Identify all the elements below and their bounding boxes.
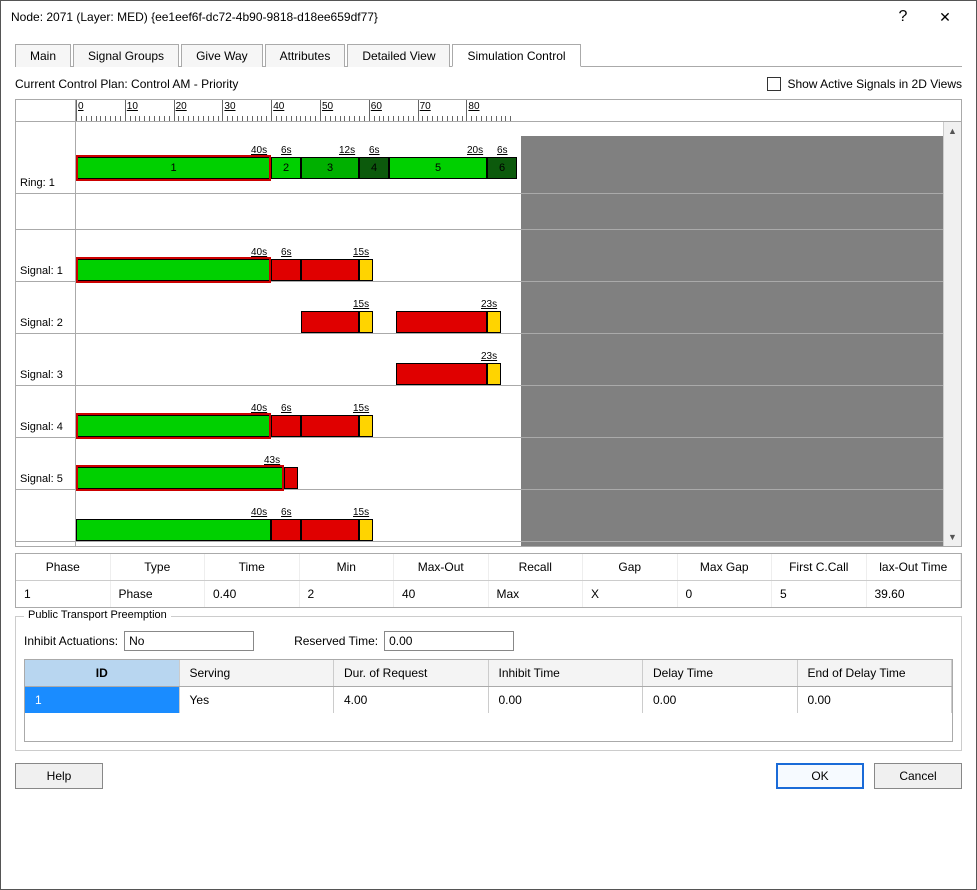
signal-segment[interactable] [301, 519, 359, 541]
row-label: Signal: 4 [16, 386, 75, 438]
ring-phase[interactable]: 4 [359, 157, 389, 179]
signal-segment[interactable] [271, 519, 301, 541]
inhibit-actuations-label: Inhibit Actuations: [24, 634, 118, 648]
signal-segment[interactable] [284, 467, 298, 489]
scroll-down-icon[interactable]: ▼ [944, 528, 961, 546]
row-label [16, 490, 75, 542]
signal-selection [76, 413, 271, 439]
ring-phase[interactable]: 5 [389, 157, 487, 179]
signal-segment[interactable] [301, 259, 359, 281]
signal-selection [76, 465, 284, 491]
ring-phase[interactable]: 2 [271, 157, 301, 179]
signal-segment[interactable] [271, 415, 301, 437]
checkbox-label: Show Active Signals in 2D Views [787, 77, 962, 91]
row-label: Ring: 1 [16, 122, 75, 194]
timeline-row: 40s6s15s [76, 386, 943, 438]
close-icon[interactable]: ✕ [924, 2, 966, 32]
timeline-row [76, 194, 943, 230]
timeline-row: 43s [76, 438, 943, 490]
reserved-time-label: Reserved Time: [294, 634, 378, 648]
ptp-group-title: Public Transport Preemption [24, 609, 171, 621]
tab-signal-groups[interactable]: Signal Groups [73, 44, 179, 67]
signal-segment[interactable] [271, 259, 301, 281]
ruler-head [16, 100, 76, 121]
tab-attributes[interactable]: Attributes [265, 44, 346, 67]
vertical-scrollbar[interactable]: ▲ ▼ [943, 122, 961, 546]
timeline-row: 23s [76, 334, 943, 386]
timeline-row: 40s6s15s [76, 230, 943, 282]
signal-segment[interactable] [359, 311, 373, 333]
control-plan-label: Current Control Plan: Control AM - Prior… [15, 77, 767, 91]
phase-selection [76, 155, 271, 181]
signal-segment[interactable] [396, 311, 487, 333]
ring-phase[interactable]: 6 [487, 157, 517, 179]
tab-simulation-control[interactable]: Simulation Control [452, 44, 580, 67]
show-active-signals-checkbox[interactable]: Show Active Signals in 2D Views [767, 77, 962, 91]
row-label: Signal: 5 [16, 438, 75, 490]
inhibit-actuations-input[interactable] [124, 631, 254, 651]
phase-table-row[interactable]: 1Phase0.40240MaxX0539.60 [16, 581, 961, 607]
tab-main[interactable]: Main [15, 44, 71, 67]
signal-segment[interactable] [487, 363, 501, 385]
signal-segment[interactable] [301, 311, 359, 333]
signal-segment[interactable] [359, 519, 373, 541]
window-title: Node: 2071 (Layer: MED) {ee1eef6f-dc72-4… [11, 10, 882, 24]
ok-button[interactable]: OK [776, 763, 864, 789]
signal-segment[interactable] [487, 311, 501, 333]
signal-selection [76, 257, 271, 283]
row-label: Signal: 2 [16, 282, 75, 334]
signal-segment[interactable] [359, 259, 373, 281]
signal-segment[interactable] [76, 519, 271, 541]
timeline-area[interactable]: 140s26s312s46s520s66s40s6s15s15s23s23s40… [76, 122, 943, 546]
tab-detailed-view[interactable]: Detailed View [347, 44, 450, 67]
signal-segment[interactable] [396, 363, 487, 385]
help-button[interactable]: Help [15, 763, 103, 789]
checkbox-icon [767, 77, 781, 91]
scroll-up-icon[interactable]: ▲ [944, 122, 961, 140]
signal-segment[interactable] [301, 415, 359, 437]
row-label [16, 194, 75, 230]
cancel-button[interactable]: Cancel [874, 763, 962, 789]
timeline-row: 140s26s312s46s520s66s [76, 122, 943, 194]
signal-segment[interactable] [359, 415, 373, 437]
help-icon[interactable]: ? [882, 2, 924, 32]
row-label: Signal: 1 [16, 230, 75, 282]
ring-phase[interactable]: 3 [301, 157, 359, 179]
timeline-row: 40s6s15s [76, 490, 943, 542]
timeline-row: 15s23s [76, 282, 943, 334]
row-label: Signal: 3 [16, 334, 75, 386]
tab-give-way[interactable]: Give Way [181, 44, 263, 67]
phase-table: PhaseTypeTimeMinMax-OutRecallGapMax GapF… [15, 553, 962, 608]
ptp-table-row[interactable]: 1Yes4.000.000.000.00 [25, 687, 952, 713]
time-ruler: 01020304050607080 [76, 100, 961, 121]
reserved-time-input[interactable] [384, 631, 514, 651]
